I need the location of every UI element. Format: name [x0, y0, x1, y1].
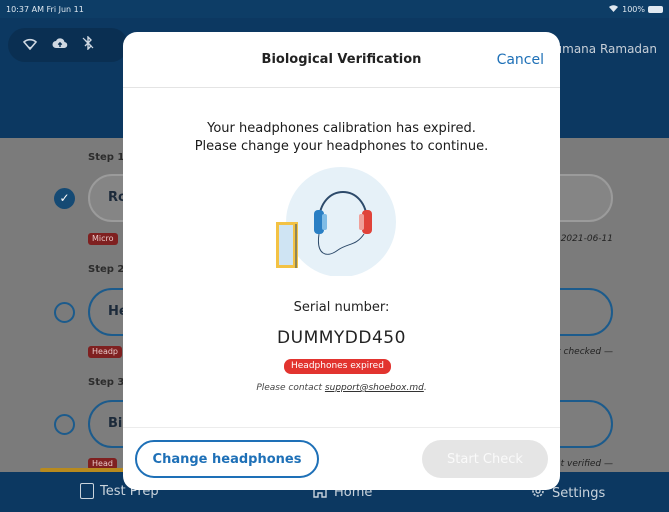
step-1-note: / 2021-06-11 [554, 234, 613, 244]
modal-title: Biological Verification [261, 52, 422, 67]
modal-header: Biological Verification Cancel [123, 32, 560, 88]
clipboard-check-icon [80, 483, 94, 499]
serial-number-label: Serial number: [293, 300, 390, 315]
step-3-note: t verified — [560, 459, 613, 469]
support-email-link[interactable]: support@shoebox.md [325, 383, 424, 393]
status-right: 100% [608, 4, 663, 14]
headphones-expired-badge: Headphones expired [284, 359, 391, 374]
step-1-check-icon: ✓ [54, 188, 75, 209]
modal-footer: Change headphones Start Check [123, 427, 560, 490]
wifi-icon [608, 4, 619, 14]
battery-icon [648, 5, 663, 13]
bluetooth-off-icon [82, 35, 94, 54]
cloud-upload-icon [52, 37, 68, 54]
change-headphones-button[interactable]: Change headphones [135, 440, 319, 478]
expired-message-line-1: Your headphones calibration has expired. [207, 121, 476, 136]
step-1-label: Step 1 [88, 152, 125, 163]
step-2-note: t checked — [557, 347, 613, 357]
contact-suffix: . [423, 383, 427, 393]
wifi-icon [22, 37, 38, 54]
expired-message: Your headphones calibration has expired.… [123, 120, 560, 156]
contact-prefix: Please contact [256, 383, 325, 393]
start-check-button[interactable]: Start Check [422, 440, 548, 478]
cancel-button[interactable]: Cancel [497, 52, 544, 68]
status-time: 10:37 AM Fri Jun 11 [6, 4, 84, 14]
step-3-label: Step 3 [88, 377, 125, 388]
headphones-illustration [276, 164, 406, 277]
step-2-label: Step 2 [88, 264, 125, 275]
biological-verification-modal: Biological Verification Cancel Your head… [123, 32, 560, 490]
step-2-radio-icon [54, 302, 75, 323]
step-3-radio-icon [54, 414, 75, 435]
contact-support-text: Please contact support@shoebox.md. [123, 383, 560, 393]
battery-percent: 100% [622, 4, 645, 14]
serial-number-value: DUMMYDD450 [277, 328, 406, 348]
step-2-badge: Headp [88, 346, 122, 358]
step-1-badge: Micro [88, 233, 118, 245]
connection-status-pill [8, 28, 128, 62]
status-bar: 10:37 AM Fri Jun 11 100% [0, 0, 669, 18]
user-name[interactable]: Jumana Ramadan [551, 42, 657, 56]
expired-message-line-2: Please change your headphones to continu… [194, 139, 489, 154]
